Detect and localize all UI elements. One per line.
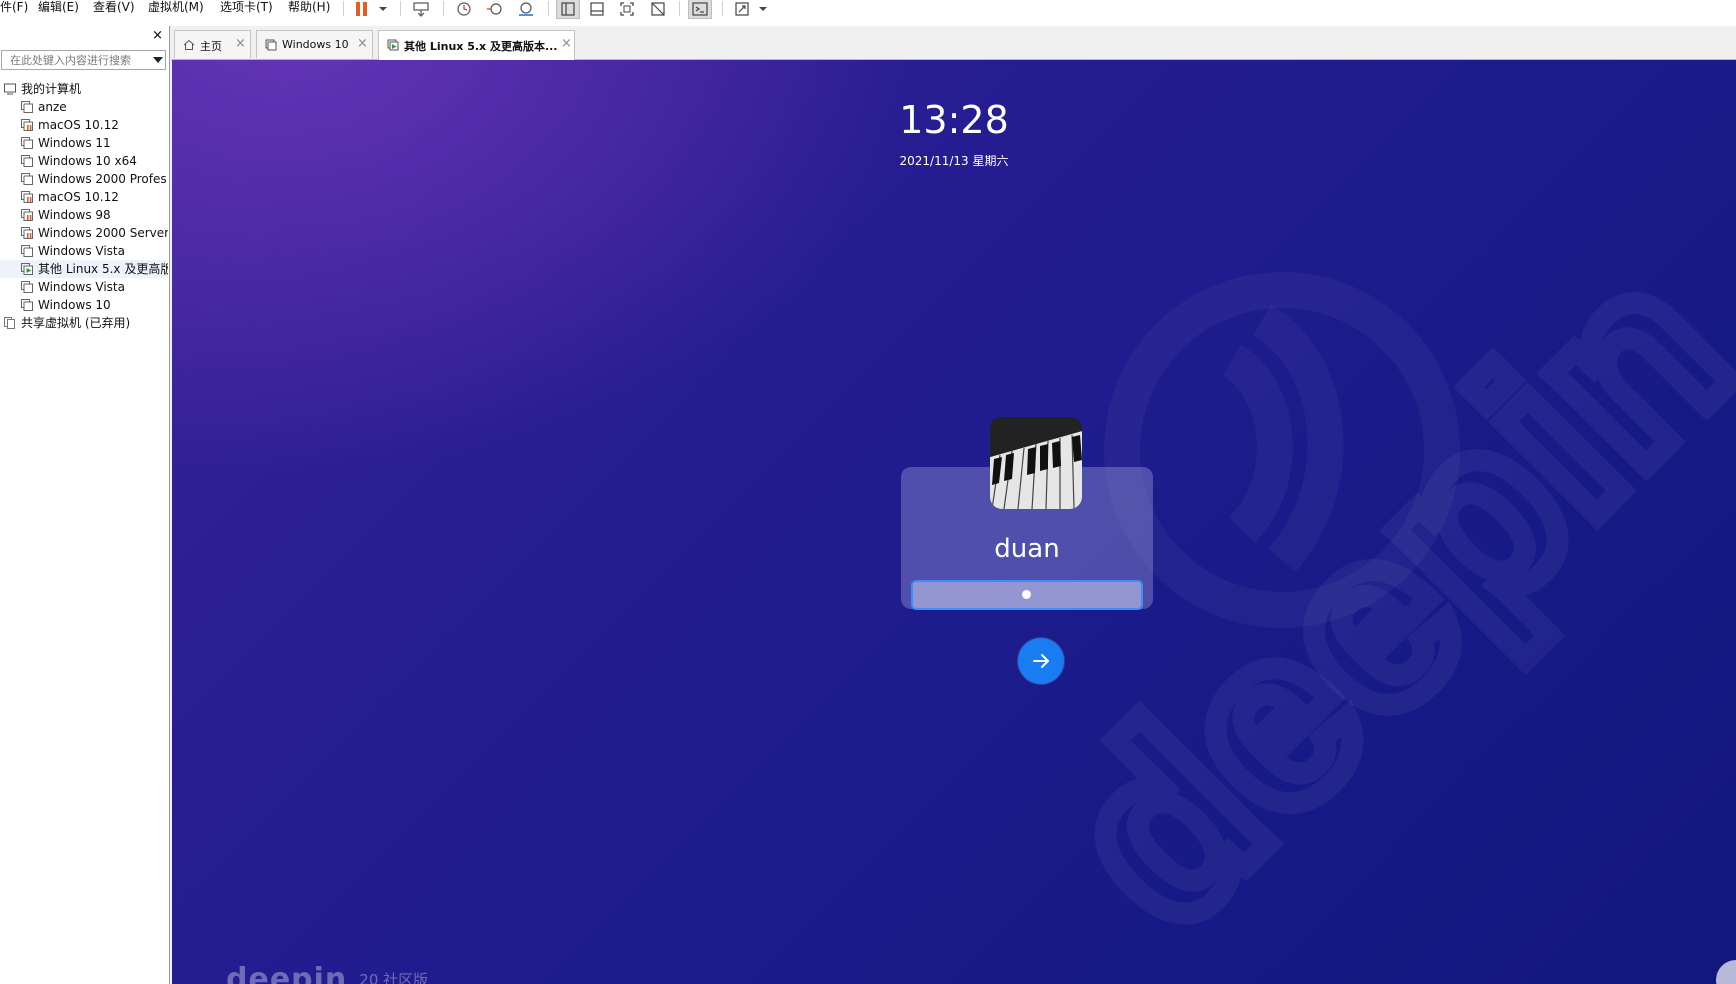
tree-item-vm[interactable]: Windows 2000 Server [0, 224, 168, 242]
vm-icon [265, 39, 277, 51]
tree-item-label: 我的计算机 [21, 82, 82, 96]
tab-linux-vm[interactable]: 其他 Linux 5.x 及更高版本... × [378, 30, 575, 60]
pause-icon[interactable] [354, 0, 370, 18]
toolbar-separator [343, 1, 344, 16]
clock-time: 13:28 [899, 98, 1009, 142]
tree-group-my-computer[interactable]: 我的计算机 [0, 80, 168, 98]
tree-item-label: Windows 2000 Server [38, 226, 168, 240]
search-input[interactable] [2, 51, 152, 69]
home-icon [183, 39, 195, 50]
menu-help[interactable]: 帮助(H) [288, 0, 330, 14]
avatar[interactable] [990, 417, 1082, 509]
vm-paused-icon [21, 191, 33, 203]
tree-item-label: anze [38, 100, 67, 114]
vm-icon [21, 137, 33, 149]
tree-item-label: 其他 Linux 5.x 及更高版 [38, 262, 168, 276]
shared-vm-icon [4, 317, 15, 329]
stretch-dropdown-icon[interactable] [757, 0, 769, 18]
thumbnail-bar-icon[interactable] [587, 0, 607, 18]
vm-icon [21, 173, 33, 185]
library-sidebar: × 我的计算机 anze macOS 10.12 Windows 11 Windows … [0, 26, 170, 984]
tree-item-label: Windows 11 [38, 136, 111, 150]
computer-icon [4, 83, 16, 95]
vm-paused-icon [21, 227, 33, 239]
brand-logo: deepin [226, 962, 348, 984]
vm-console-screen[interactable]: deepin 13:28 2021/11/13 星期六 duan deepin 2… [172, 60, 1736, 984]
tree-item-label: macOS 10.12 [38, 118, 119, 132]
tree-item-label: Windows 2000 Profes [38, 172, 167, 186]
vm-icon [21, 299, 33, 311]
tree-item-label: macOS 10.12 [38, 190, 119, 204]
library-search[interactable] [1, 50, 166, 70]
snapshot-manager-icon[interactable] [516, 0, 536, 18]
library-view-icon[interactable] [556, 0, 580, 19]
snapshot-icon[interactable] [454, 0, 474, 18]
tree-item-label: Windows 10 x64 [38, 154, 137, 168]
unity-icon[interactable] [648, 0, 668, 18]
tree-item-vm[interactable]: Windows 11 [0, 134, 168, 152]
tree-item-vm[interactable]: macOS 10.12 [0, 116, 168, 134]
tree-item-vm[interactable]: Windows Vista [0, 278, 168, 296]
password-mask-dot [1022, 590, 1031, 599]
menu-file[interactable]: 件(F) [0, 0, 28, 14]
tree-item-label: Windows 98 [38, 208, 111, 222]
tab-label: Windows 10 [282, 38, 349, 51]
menu-edit[interactable]: 编辑(E) [38, 0, 79, 14]
clock-date: 2021/11/13 星期六 [899, 154, 1009, 168]
toolbar-separator [548, 1, 549, 16]
close-icon[interactable]: × [235, 36, 246, 51]
tree-item-vm[interactable]: Windows 10 [0, 296, 168, 314]
tab-label: 主页 [200, 40, 222, 53]
fullscreen-icon[interactable] [617, 0, 637, 18]
vm-running-icon [21, 263, 33, 275]
console-icon[interactable] [688, 0, 712, 19]
close-icon[interactable]: × [561, 36, 572, 51]
close-icon[interactable]: × [357, 36, 368, 51]
menu-bar: 件(F) 编辑(E) 查看(V) 虚拟机(M) 选项卡(T) 帮助(H) [0, 0, 1736, 27]
tree-item-vm[interactable]: anze [0, 98, 168, 116]
tab-home[interactable]: 主页 × [174, 30, 251, 58]
chevron-down-icon[interactable] [153, 57, 163, 63]
arrow-right-icon [1033, 654, 1049, 668]
vm-running-icon [387, 39, 399, 51]
brand-edition: 20 社区版 [359, 971, 429, 984]
toolbar-separator [679, 1, 680, 16]
toolbar-separator [722, 1, 723, 16]
menu-vm[interactable]: 虚拟机(M) [148, 0, 204, 14]
revert-snapshot-icon[interactable] [485, 0, 505, 18]
vm-icon [21, 281, 33, 293]
tree-item-vm[interactable]: Windows Vista [0, 242, 168, 260]
tree-group-shared-vms[interactable]: 共享虚拟机 (已弃用) [0, 314, 168, 332]
piano-avatar-icon [990, 417, 1082, 509]
vm-icon [21, 155, 33, 167]
tree-item-label: Windows Vista [38, 280, 125, 294]
tab-label: 其他 Linux 5.x 及更高版本... [404, 40, 558, 53]
send-keys-icon[interactable] [411, 0, 431, 18]
tree-item-label: 共享虚拟机 (已弃用) [21, 316, 131, 330]
toolbar-separator [400, 1, 401, 16]
login-submit-button[interactable] [1018, 638, 1064, 684]
tree-item-vm[interactable]: macOS 10.12 [0, 188, 168, 206]
vm-icon [21, 245, 33, 257]
vm-paused-icon [21, 209, 33, 221]
dropdown-icon[interactable] [377, 0, 389, 18]
stretch-icon[interactable] [732, 0, 752, 18]
vm-icon [21, 101, 33, 113]
toolbar-separator [443, 1, 444, 16]
menu-tabs[interactable]: 选项卡(T) [220, 0, 273, 14]
tree-item-vm[interactable]: Windows 98 [0, 206, 168, 224]
vm-paused-icon [21, 119, 33, 131]
username-label: duan [994, 534, 1060, 564]
tree-item-vm[interactable]: Windows 10 x64 [0, 152, 168, 170]
tree-item-vm[interactable]: 其他 Linux 5.x 及更高版 [0, 260, 168, 278]
close-icon[interactable]: × [152, 29, 163, 43]
tree-item-label: Windows 10 [38, 298, 111, 312]
tree-item-label: Windows Vista [38, 244, 125, 258]
menu-view[interactable]: 查看(V) [93, 0, 135, 14]
tab-bar: 主页 × Windows 10 × 其他 Linux 5.x 及更高版本... … [171, 26, 1736, 60]
tree-item-vm[interactable]: Windows 2000 Profes [0, 170, 168, 188]
password-input[interactable] [911, 580, 1143, 610]
tab-windows-10[interactable]: Windows 10 × [256, 30, 373, 58]
brand-footer: deepin 20 社区版 [226, 962, 428, 984]
